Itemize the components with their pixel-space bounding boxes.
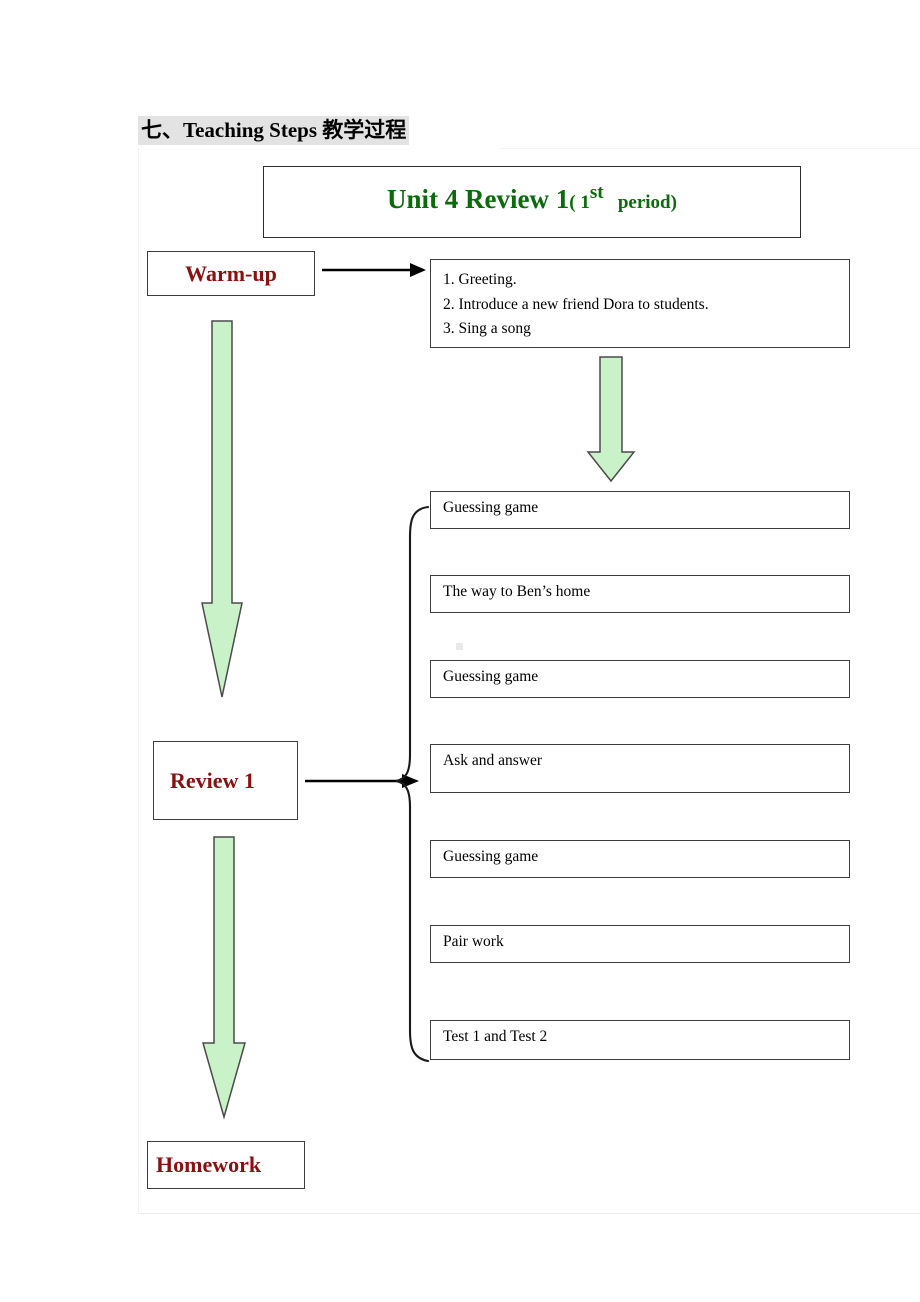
right-arrow-icon-review [305, 774, 419, 788]
activity-label: Pair work [443, 933, 504, 950]
activity-label: Test 1 and Test 2 [443, 1028, 548, 1045]
stage-box-warm-up: Warm-up [147, 251, 315, 296]
activity-box: Guessing game [430, 840, 850, 878]
activity-label: Guessing game [443, 848, 539, 865]
activity-box: Guessing game [430, 660, 850, 698]
lesson-title-paren-open: ( 1 [569, 191, 590, 213]
page-guide-horizontal-bottom [138, 1213, 920, 1214]
activity-label: Guessing game [443, 499, 539, 516]
warmup-detail-line: 1. Greeting. [443, 271, 517, 288]
page-guide-horizontal-top [500, 148, 920, 149]
lesson-title-superscript: st [589, 181, 604, 203]
stage-box-review-1: Review 1 [153, 741, 298, 820]
activity-box: The way to Ben’s home [430, 575, 850, 613]
lesson-title-text: Unit 4 Review 1( 1st period) [387, 181, 677, 215]
section-heading: 七、Teaching Steps 教学过程 [138, 116, 410, 146]
lesson-title-paren-rest: period) [617, 191, 677, 213]
lesson-title-box: Unit 4 Review 1( 1st period) [263, 166, 801, 238]
activity-box: Guessing game [430, 491, 850, 529]
activity-box: Ask and answer [430, 744, 850, 793]
activity-box: Test 1 and Test 2 [430, 1020, 850, 1060]
stage-box-homework: Homework [147, 1141, 305, 1189]
stage-label-review-1: Review 1 [170, 767, 255, 793]
right-arrow-icon-warmup [322, 263, 426, 277]
activity-label: The way to Ben’s home [443, 583, 591, 600]
stage-label-homework: Homework [156, 1152, 262, 1177]
stage-label-warm-up: Warm-up [185, 260, 277, 286]
down-arrow-icon-details-to-activities [586, 356, 636, 483]
warmup-detail-line: 2. Introduce a new friend Dora to studen… [443, 295, 709, 313]
activity-box: Pair work [430, 925, 850, 963]
warmup-details-box: 1. Greeting. 2. Introduce a new friend D… [430, 259, 850, 348]
activity-label: Guessing game [443, 668, 539, 685]
warmup-detail-line: 3. Sing a song [443, 320, 531, 337]
down-arrow-icon-review-to-homework [202, 836, 246, 1120]
activity-label: Ask and answer [443, 752, 543, 769]
down-arrow-icon-warmup-to-review [201, 320, 243, 698]
left-curly-brace-icon [395, 505, 430, 1063]
page-margin-guide-vertical [138, 148, 139, 1213]
scan-artifact-square [456, 643, 463, 650]
lesson-title-main: Unit 4 Review 1 [387, 183, 570, 214]
